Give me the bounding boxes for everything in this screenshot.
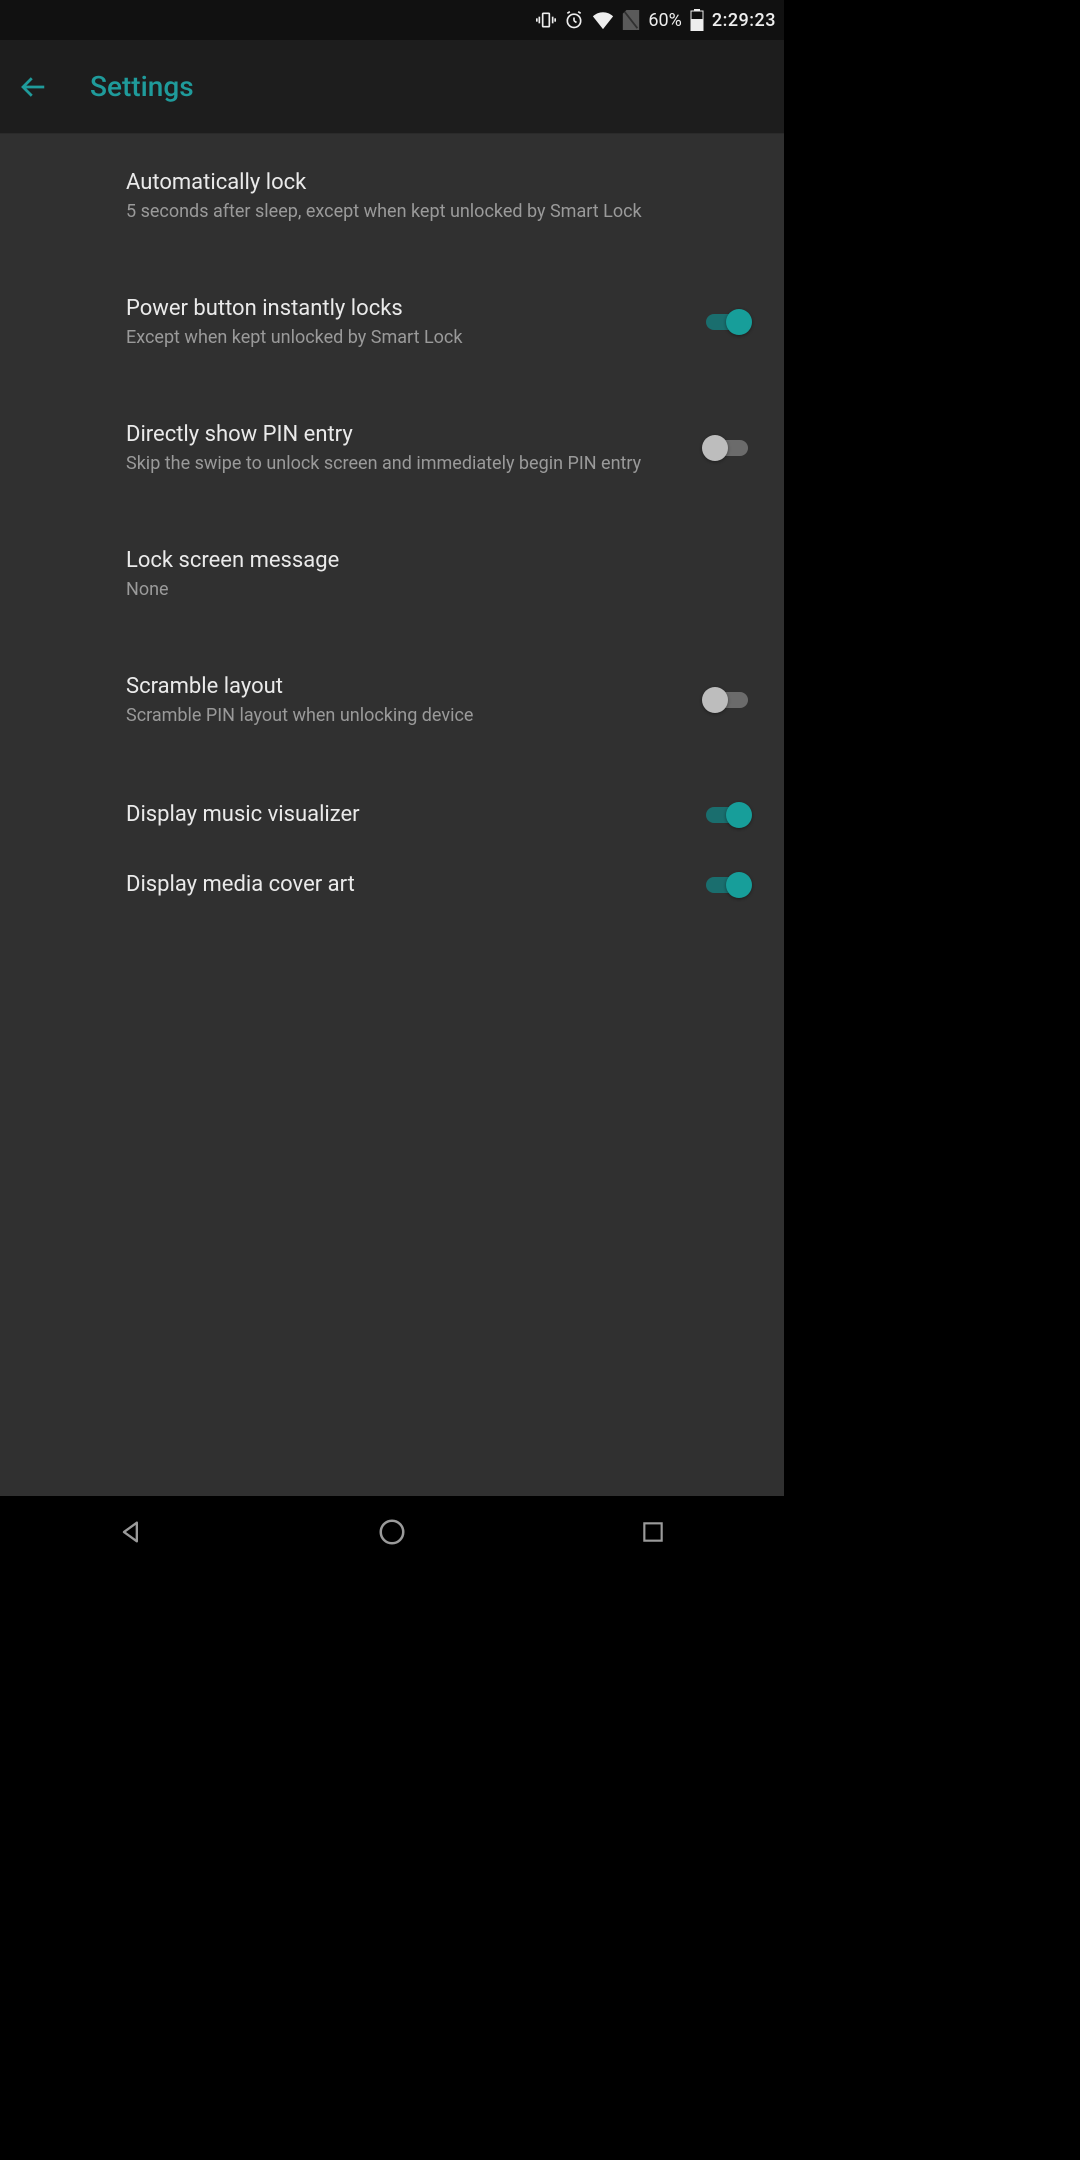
toggle-media-cover-art[interactable] <box>702 870 752 900</box>
setting-direct-pin-entry[interactable]: Directly show PIN entry Skip the swipe t… <box>0 402 784 494</box>
clock-text: 2:29:23 <box>712 10 776 31</box>
navigation-bar <box>0 1496 784 1568</box>
app-bar: Settings <box>0 40 784 134</box>
setting-title: Scramble layout <box>126 672 682 702</box>
settings-list[interactable]: Automatically lock 5 seconds after sleep… <box>0 134 784 1496</box>
setting-lock-screen-message[interactable]: Lock screen message None <box>0 528 784 620</box>
toggle-music-visualizer[interactable] <box>702 800 752 830</box>
setting-subtitle: None <box>126 578 732 602</box>
arrow-left-icon <box>18 72 48 102</box>
setting-music-visualizer[interactable]: Display music visualizer <box>0 780 784 850</box>
page-title: Settings <box>90 70 194 103</box>
setting-title: Automatically lock <box>126 168 732 198</box>
setting-subtitle: 5 seconds after sleep, except when kept … <box>126 200 732 224</box>
nav-back-button[interactable] <box>71 1507 191 1557</box>
setting-title: Directly show PIN entry <box>126 420 682 450</box>
toggle-scramble-layout[interactable] <box>702 685 752 715</box>
battery-percent: 60% <box>648 10 681 31</box>
setting-media-cover-art[interactable]: Display media cover art <box>0 850 784 920</box>
toggle-direct-pin-entry[interactable] <box>702 433 752 463</box>
nav-recent-button[interactable] <box>593 1507 713 1557</box>
setting-subtitle: Except when kept unlocked by Smart Lock <box>126 326 682 350</box>
screen: 60% 2:29:23 Settings Automatically lock … <box>0 0 784 1568</box>
no-sim-icon <box>622 10 640 30</box>
square-recent-icon <box>640 1519 666 1545</box>
setting-automatically-lock[interactable]: Automatically lock 5 seconds after sleep… <box>0 150 784 242</box>
status-bar: 60% 2:29:23 <box>0 0 784 40</box>
setting-subtitle: Scramble PIN layout when unlocking devic… <box>126 704 682 728</box>
alarm-icon <box>564 10 584 30</box>
battery-icon <box>690 9 704 31</box>
setting-power-button-locks[interactable]: Power button instantly locks Except when… <box>0 276 784 368</box>
wifi-icon <box>592 10 614 30</box>
vibrate-icon <box>536 10 556 30</box>
circle-home-icon <box>377 1517 407 1547</box>
toggle-power-button-locks[interactable] <box>702 307 752 337</box>
back-button[interactable] <box>18 57 90 117</box>
setting-title: Display media cover art <box>126 870 682 900</box>
nav-home-button[interactable] <box>332 1507 452 1557</box>
triangle-back-icon <box>117 1518 145 1546</box>
setting-scramble-layout[interactable]: Scramble layout Scramble PIN layout when… <box>0 654 784 746</box>
setting-subtitle: Skip the swipe to unlock screen and imme… <box>126 452 682 476</box>
setting-title: Power button instantly locks <box>126 294 682 324</box>
setting-title: Lock screen message <box>126 546 732 576</box>
setting-title: Display music visualizer <box>126 800 682 830</box>
